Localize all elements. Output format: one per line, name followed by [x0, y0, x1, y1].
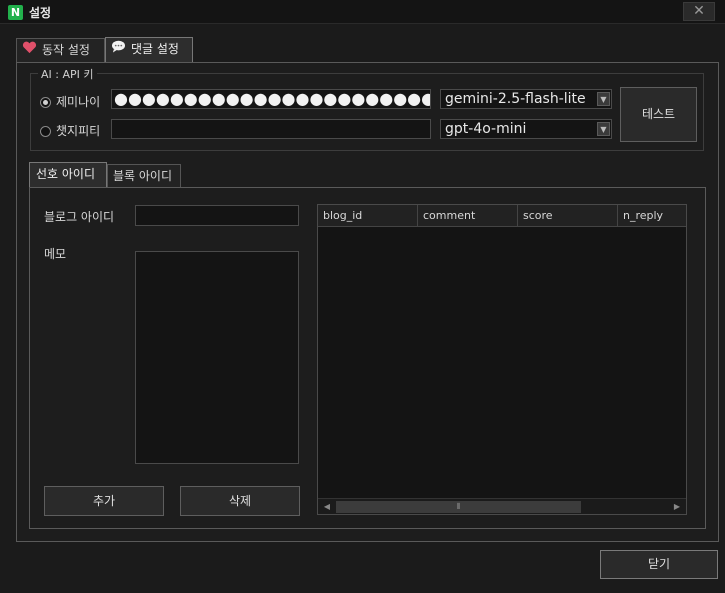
- horizontal-scrollbar[interactable]: ◀ ⦀ ▶: [318, 498, 686, 514]
- gemini-model-value: gemini-2.5-flash-lite: [445, 91, 586, 107]
- gemini-label: 제미나이: [56, 95, 101, 109]
- chatgpt-api-key-input[interactable]: [111, 119, 431, 139]
- chat-bubble-icon: [110, 38, 127, 60]
- heart-icon: [21, 39, 38, 61]
- gemini-model-select[interactable]: gemini-2.5-flash-lite: [440, 89, 612, 109]
- scrollbar-thumb[interactable]: ⦀: [336, 501, 581, 513]
- title-bar: [0, 0, 725, 24]
- memo-label: 메모: [44, 247, 67, 261]
- chatgpt-radio[interactable]: [40, 126, 51, 137]
- column-header-blog-id[interactable]: blog_id: [318, 205, 418, 227]
- tab-label: 동작 설정: [42, 43, 90, 57]
- id-table[interactable]: blog_id comment score n_reply ◀ ⦀ ▶: [317, 204, 687, 515]
- chatgpt-model-value: gpt-4o-mini: [445, 121, 527, 137]
- scroll-right-icon[interactable]: ▶: [670, 501, 684, 513]
- close-button[interactable]: 닫기: [600, 550, 718, 579]
- gemini-api-key-input[interactable]: ●●●●●●●●●●●●●●●●●●●●●●●●: [111, 89, 431, 109]
- column-header-n-reply[interactable]: n_reply: [618, 205, 686, 227]
- memo-textarea[interactable]: [135, 251, 299, 464]
- scroll-left-icon[interactable]: ◀: [320, 501, 334, 513]
- chatgpt-model-select[interactable]: gpt-4o-mini: [440, 119, 612, 139]
- blog-id-label: 블로그 아이디: [44, 210, 115, 224]
- ai-api-key-group: [30, 73, 704, 151]
- add-button[interactable]: 추가: [44, 486, 164, 516]
- column-header-comment[interactable]: comment: [418, 205, 518, 227]
- window-close-button[interactable]: ✕: [683, 2, 715, 21]
- column-header-score[interactable]: score: [518, 205, 618, 227]
- tab-action-settings[interactable]: 동작 설정: [16, 38, 105, 62]
- gemini-radio[interactable]: [40, 97, 51, 108]
- blog-id-input[interactable]: [135, 205, 299, 226]
- ai-api-key-group-title: AI : API 키: [38, 66, 97, 82]
- delete-button[interactable]: 삭제: [180, 486, 300, 516]
- chevron-down-icon[interactable]: ▼: [597, 122, 610, 136]
- tab-label: 댓글 설정: [131, 42, 179, 56]
- tab-preferred-ids[interactable]: 선호 아이디: [29, 162, 107, 188]
- app-logo-icon: N: [8, 5, 23, 20]
- test-button[interactable]: 테스트: [620, 87, 697, 142]
- chatgpt-label: 챗지피티: [56, 124, 101, 138]
- tab-comment-settings[interactable]: 댓글 설정: [105, 37, 193, 63]
- window-title: 설정: [29, 6, 52, 20]
- tab-blocked-ids[interactable]: 블록 아이디: [107, 164, 181, 188]
- chevron-down-icon[interactable]: ▼: [597, 92, 610, 106]
